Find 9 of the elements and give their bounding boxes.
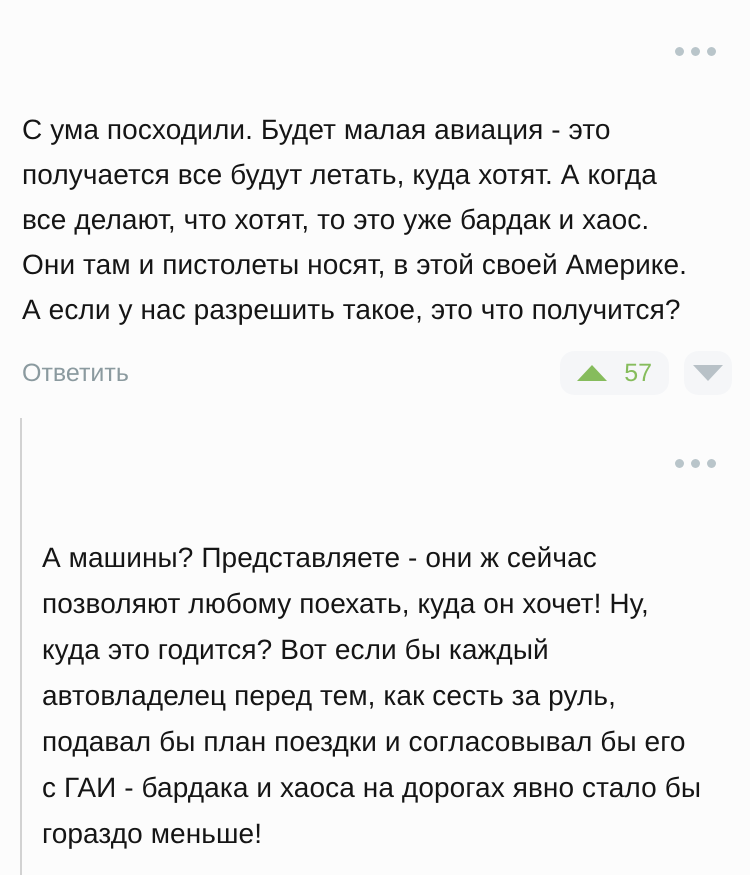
- more-icon[interactable]: [675, 47, 716, 56]
- downvote-button[interactable]: [684, 351, 732, 395]
- upvote-button[interactable]: 57: [560, 351, 669, 395]
- comment-text: А машины? Представляете - они ж сейчас позволяют любому поехать, куда он хочет! Ну, куда это годится? Вот если бы каждый автовладелец перед тем, как сесть за руль, подавал бы план поездки и согласовывал бы его с ГАИ - бардака и хаоса на дорогах явно стало бы гораздо меньше!: [42, 541, 702, 851]
- reply-link[interactable]: Ответить: [22, 358, 129, 388]
- down-triangle-icon: [693, 365, 723, 381]
- comment-text: С ума посходили. Будет малая авиация - это получается все будут летать, куда хотят. А когда все делают, что хотят, то это уже бардак и хаос. Они там и пистолеты носят, в этой своей Америке. А если у нас разрешить такое, это что получится?: [22, 113, 688, 327]
- up-triangle-icon: [577, 365, 608, 381]
- more-icon[interactable]: [675, 459, 716, 468]
